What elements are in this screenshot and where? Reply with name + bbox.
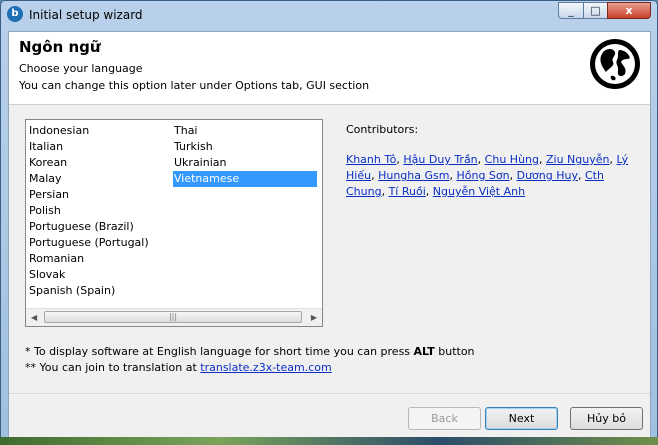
app-icon: b <box>7 6 23 22</box>
minimize-button[interactable]: _ <box>558 2 584 19</box>
language-item[interactable]: Malay <box>28 171 150 187</box>
horizontal-scrollbar[interactable]: ◀ ||| ▶ <box>26 308 322 326</box>
language-column-2: Thai Turkish Ukrainian Vietnamese <box>173 123 317 187</box>
contributor-link[interactable]: Tí Ruồi <box>389 185 426 198</box>
language-item[interactable]: Spanish (Spain) <box>28 283 150 299</box>
language-item[interactable]: Indonesian <box>28 123 150 139</box>
language-list[interactable]: Indonesian Italian Korean Malay Persian Polis… <box>25 119 323 327</box>
desktop-background <box>0 437 658 445</box>
contributor-link[interactable]: Ziu Nguyễn <box>546 153 610 166</box>
contributor-link[interactable]: Chu Hùng <box>485 153 539 166</box>
contributor-link[interactable]: Hậu Duy Trần <box>403 153 477 166</box>
wizard-client-area: Ngôn ngữ Choose your language You can ch… <box>8 31 651 438</box>
note1-prefix: * To display software at English languag… <box>25 345 414 358</box>
contributor-link[interactable]: Hungha Gsm <box>378 169 449 182</box>
translation-link[interactable]: translate.z3x-team.com <box>200 361 331 374</box>
wizard-header: Ngôn ngữ Choose your language You can ch… <box>9 32 650 105</box>
note2-prefix: ** You can join to translation at <box>25 361 201 374</box>
language-item[interactable]: Italian <box>28 139 150 155</box>
footer-divider <box>9 393 650 394</box>
alt-key-label: ALT <box>413 345 435 358</box>
contributor-link[interactable]: Khanh Tô <box>346 153 396 166</box>
language-item[interactable]: Ukrainian <box>173 155 317 171</box>
scroll-right-icon[interactable]: ▶ <box>311 313 317 322</box>
language-item[interactable]: Polish <box>28 203 150 219</box>
language-item[interactable]: Korean <box>28 155 150 171</box>
language-column-1: Indonesian Italian Korean Malay Persian Polis… <box>28 123 150 299</box>
contributors-label: Contributors: <box>346 123 419 136</box>
page-hint: You can change this option later under O… <box>19 79 370 92</box>
scroll-thumb[interactable]: ||| <box>44 311 302 323</box>
window-title: Initial setup wizard <box>29 8 143 22</box>
maximize-button[interactable]: □ <box>583 2 608 19</box>
contributor-link[interactable]: Nguyễn Việt Anh <box>433 185 525 198</box>
page-title: Ngôn ngữ <box>19 38 101 56</box>
contributor-link[interactable]: Hồng Sơn <box>456 169 509 182</box>
contributor-link[interactable]: Dương Huy <box>517 169 578 182</box>
close-button[interactable]: x <box>607 2 651 19</box>
alt-key-note: * To display software at English languag… <box>25 345 475 358</box>
translation-note: ** You can join to translation at transl… <box>25 361 332 374</box>
setup-wizard-window: b Initial setup wizard _ □ x Ngôn ngữ Ch… <box>0 0 658 445</box>
page-subtitle: Choose your language <box>19 62 143 75</box>
language-item[interactable]: Romanian <box>28 251 150 267</box>
contributors-list: Khanh Tô, Hậu Duy Trần, Chu Hùng, Ziu Ng… <box>346 153 629 198</box>
title-bar[interactable]: b Initial setup wizard _ □ x <box>1 1 657 27</box>
language-item[interactable]: Turkish <box>173 139 317 155</box>
language-item[interactable]: Portuguese (Portugal) <box>28 235 150 251</box>
language-item[interactable]: Portuguese (Brazil) <box>28 219 150 235</box>
cancel-button[interactable]: Hủy bỏ <box>570 407 643 430</box>
next-button[interactable]: Next <box>485 407 558 430</box>
language-item[interactable]: Vietnamese <box>173 171 317 187</box>
globe-icon <box>590 39 640 89</box>
note1-suffix: button <box>434 345 475 358</box>
language-item[interactable]: Slovak <box>28 267 150 283</box>
language-item[interactable]: Persian <box>28 187 150 203</box>
back-button[interactable]: Back <box>408 407 481 430</box>
scroll-left-icon[interactable]: ◀ <box>31 313 37 322</box>
language-item[interactable]: Thai <box>173 123 317 139</box>
